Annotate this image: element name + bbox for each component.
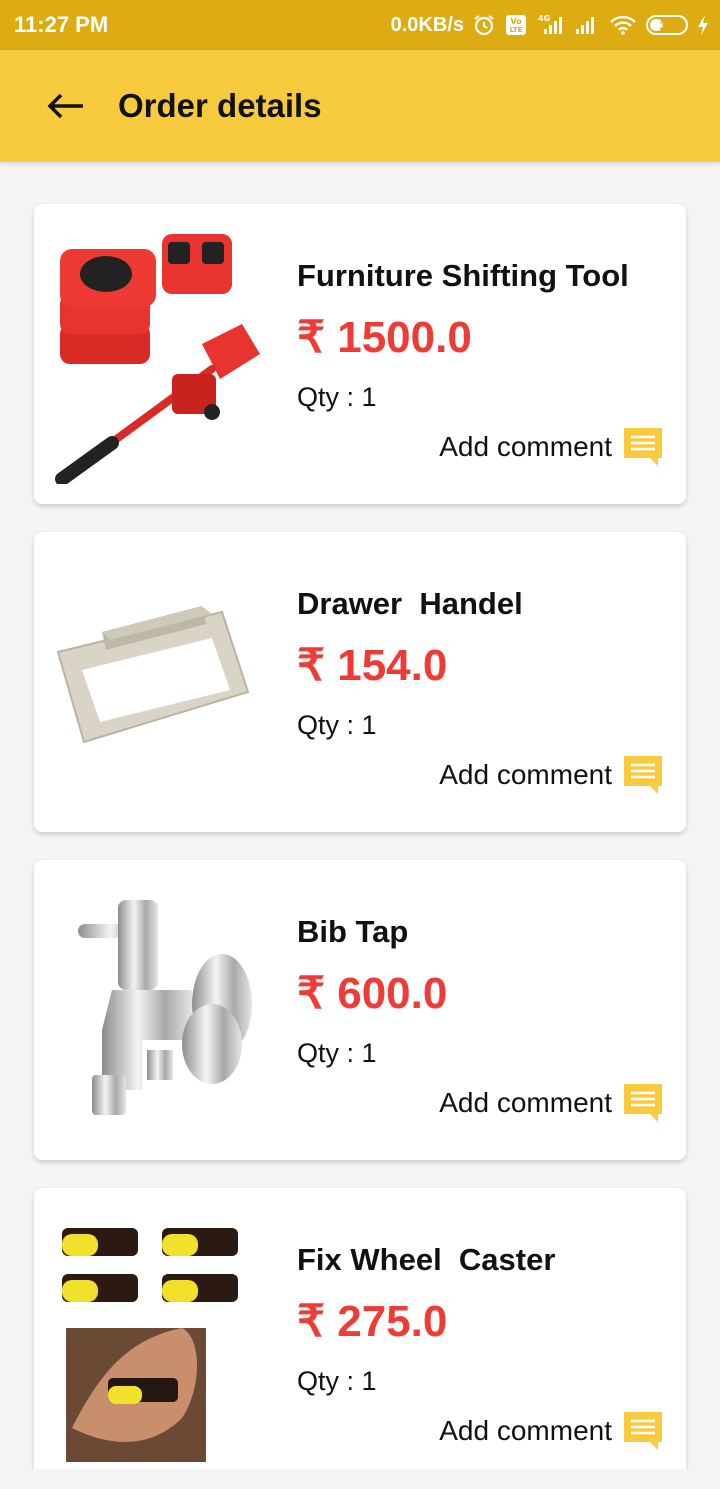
status-time: 11:27 PM xyxy=(14,12,109,37)
volte-icon: Vo LTE xyxy=(504,13,528,37)
arrow-left-icon xyxy=(47,93,83,119)
product-name: Furniture Shifting Tool xyxy=(297,258,629,293)
svg-text:4G: 4G xyxy=(538,14,550,23)
add-comment-button[interactable]: Add comment xyxy=(439,754,664,796)
product-quantity: Qty : 1 xyxy=(297,710,377,740)
add-comment-label: Add comment xyxy=(439,431,612,462)
product-quantity: Qty : 1 xyxy=(297,1038,377,1068)
battery-icon: 37 xyxy=(646,15,688,35)
order-item-card[interactable]: Furniture Shifting Tool ₹ 1500.0 Qty : 1… xyxy=(34,204,686,504)
product-price: ₹ 275.0 xyxy=(297,1297,448,1346)
status-bar: 11:27 PM 0.0KB/s Vo LTE 4G 37 xyxy=(0,0,720,50)
product-quantity: Qty : 1 xyxy=(297,1366,377,1396)
signal-icon xyxy=(574,13,600,37)
add-comment-button[interactable]: Add comment xyxy=(439,1082,664,1124)
add-comment-button[interactable]: Add comment xyxy=(439,426,664,468)
product-name: Drawer Handel xyxy=(297,586,523,621)
furniture-shifting-tool-image xyxy=(52,224,280,484)
bib-tap-image xyxy=(52,880,280,1140)
product-price: ₹ 1500.0 xyxy=(297,313,472,362)
add-comment-label: Add comment xyxy=(439,1087,612,1118)
svg-text:LTE: LTE xyxy=(510,26,523,34)
charging-icon xyxy=(696,13,710,37)
comment-icon xyxy=(624,428,662,466)
order-item-card[interactable]: Fix Wheel Caster ₹ 275.0 Qty : 1 Add com… xyxy=(34,1188,686,1469)
order-item-card[interactable]: Drawer Handel ₹ 154.0 Qty : 1 Add commen… xyxy=(34,532,686,832)
app-bar: Order details xyxy=(0,50,720,162)
back-button[interactable] xyxy=(40,86,90,126)
order-list[interactable]: Furniture Shifting Tool ₹ 1500.0 Qty : 1… xyxy=(0,162,720,1469)
comment-icon xyxy=(624,756,662,794)
status-icons: 0.0KB/s Vo LTE 4G 37 xyxy=(391,10,710,40)
wheel-caster-image xyxy=(52,1208,280,1468)
product-price: ₹ 600.0 xyxy=(297,969,448,1018)
page-title: Order details xyxy=(118,87,322,124)
product-name: Bib Tap xyxy=(297,914,409,949)
add-comment-label: Add comment xyxy=(439,759,612,790)
add-comment-label: Add comment xyxy=(439,1415,612,1446)
svg-text:Vo: Vo xyxy=(510,17,522,26)
network-speed: 0.0KB/s xyxy=(390,13,464,36)
wifi-icon xyxy=(608,13,638,37)
add-comment-button[interactable]: Add comment xyxy=(439,1410,664,1452)
product-quantity: Qty : 1 xyxy=(297,382,377,412)
order-item-card[interactable]: Bib Tap ₹ 600.0 Qty : 1 Add comment xyxy=(34,860,686,1160)
comment-icon xyxy=(624,1412,662,1450)
alarm-icon xyxy=(472,13,496,37)
product-name: Fix Wheel Caster xyxy=(297,1242,556,1277)
signal-4g-icon: 4G xyxy=(536,13,566,37)
battery-level: 37 xyxy=(659,17,675,33)
bottom-edge xyxy=(0,1469,720,1489)
product-price: ₹ 154.0 xyxy=(297,641,448,690)
drawer-handle-image xyxy=(52,552,280,812)
comment-icon xyxy=(624,1084,662,1122)
